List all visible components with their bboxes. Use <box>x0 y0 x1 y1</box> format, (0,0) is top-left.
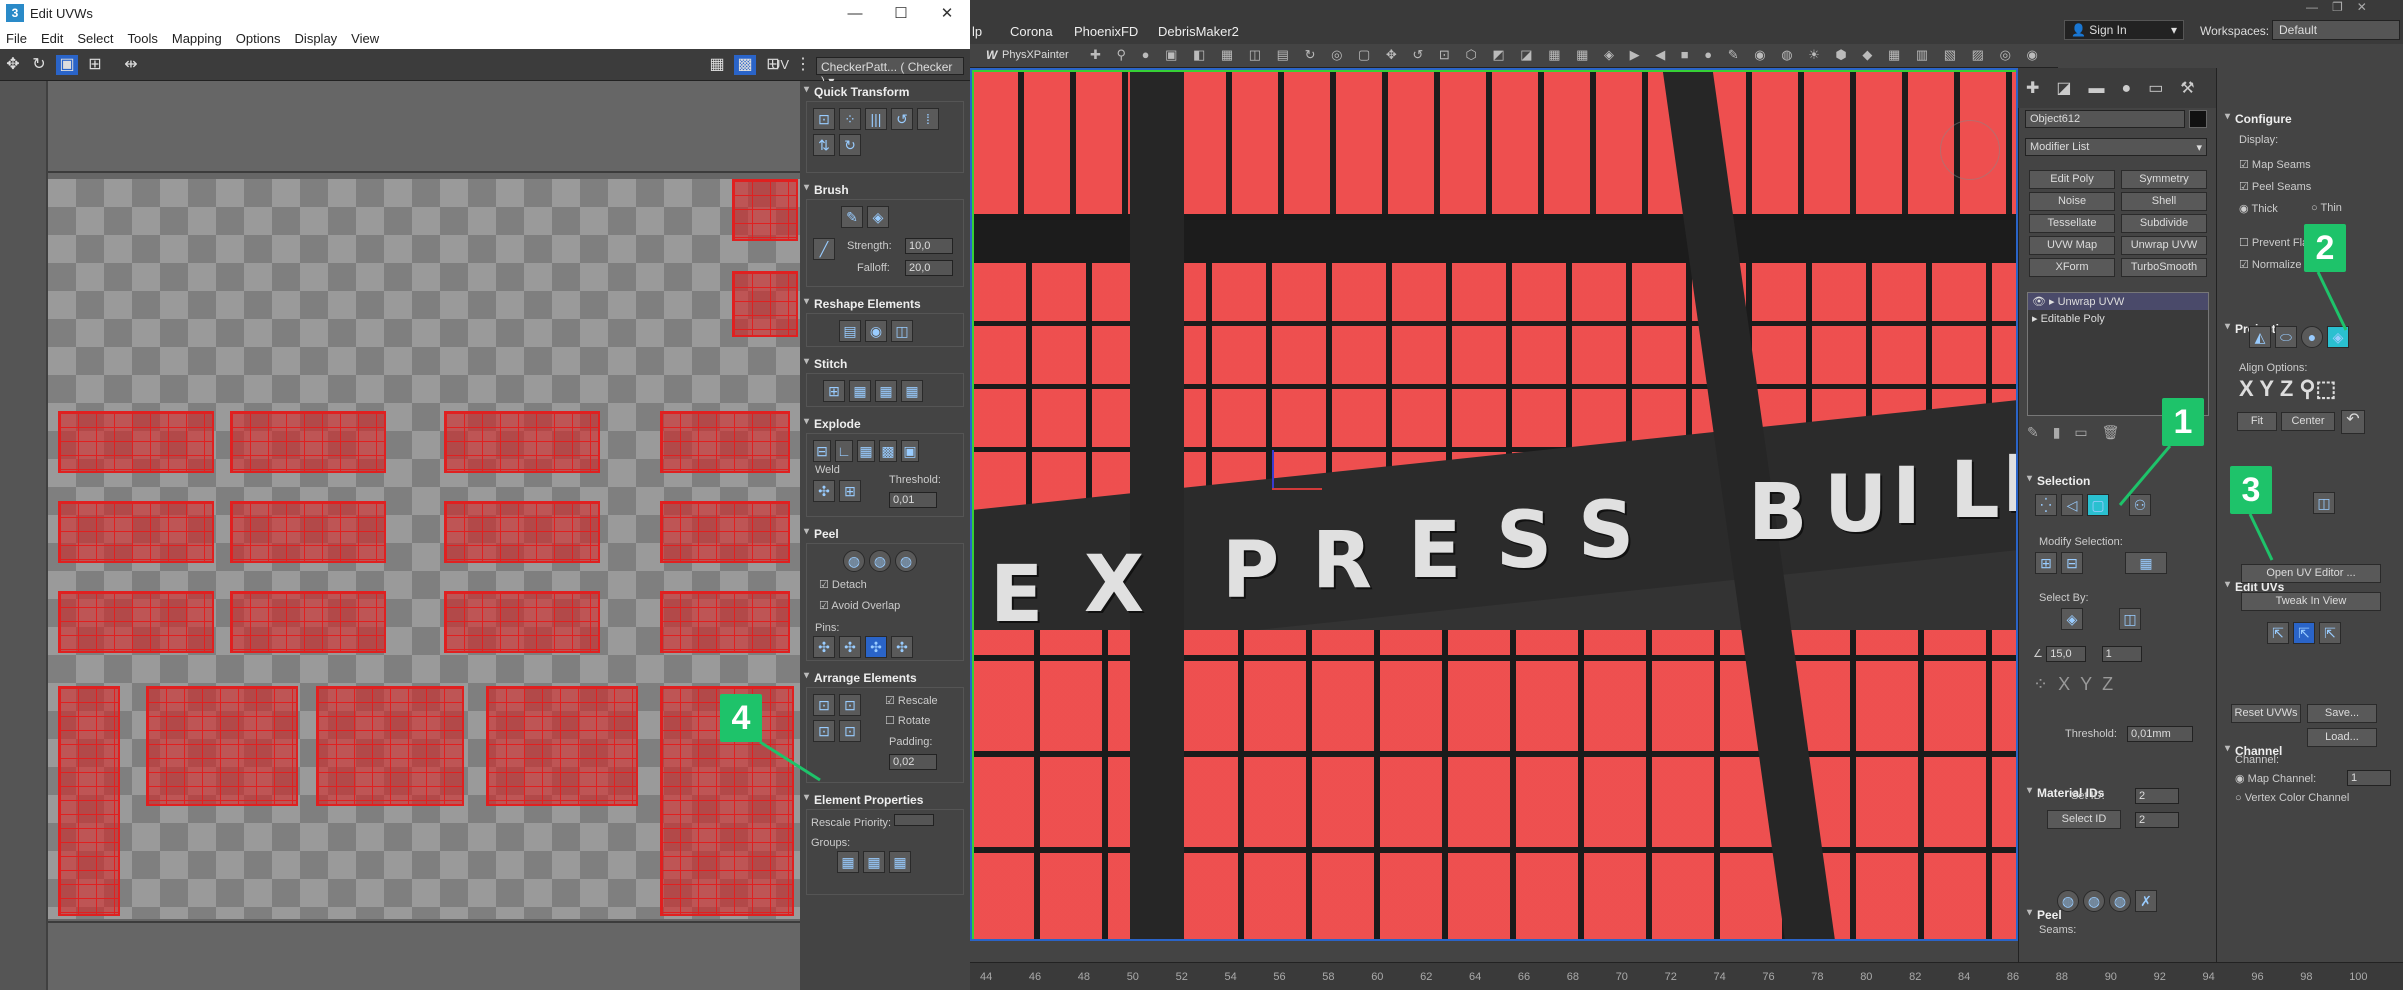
callout-arrow <box>759 740 821 782</box>
callout-arrow <box>2248 513 2274 561</box>
callout-arrow <box>2316 271 2348 331</box>
callout-arrows <box>759 271 2348 782</box>
callout-arrow <box>2118 445 2172 506</box>
